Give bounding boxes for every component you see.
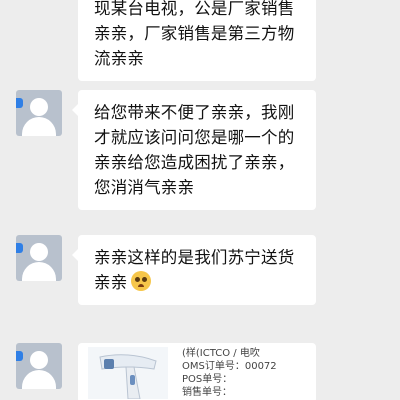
message-bubble-3[interactable]: 亲亲这样的是我们苏宁送货亲亲 bbox=[72, 235, 316, 305]
contact-avatar[interactable] bbox=[16, 235, 62, 281]
image-message[interactable]: (样(ICTCO / 电吹 OMS订单号：00072 POS单号： 销售单号： bbox=[78, 343, 316, 400]
message-text-2: 给您带来不便了亲亲，我刚才就应该问问您是哪一个的亲亲给您造成困扰了亲亲，您消消气… bbox=[94, 103, 295, 197]
pleading-face-emoji-icon bbox=[131, 271, 152, 291]
receipt-line-3: POS单号： bbox=[182, 374, 233, 385]
message-text-1: 现某台电视，公是厂家销售亲亲，厂家销售是第三方物流亲亲 bbox=[94, 0, 295, 68]
message-bubble-2[interactable]: 给您带来不便了亲亲，我刚才就应该问问您是哪一个的亲亲给您造成困扰了亲亲，您消消气… bbox=[72, 90, 316, 210]
contact-avatar[interactable] bbox=[16, 343, 62, 389]
message-bubble-1[interactable]: 现某台电视，公是厂家销售亲亲，厂家销售是第三方物流亲亲 bbox=[78, 0, 316, 81]
receipt-line-1: (样(ICTCO / 电吹 bbox=[182, 348, 260, 359]
avatar-badge-icon bbox=[16, 98, 23, 108]
receipt-photo: (样(ICTCO / 电吹 OMS订单号：00072 POS单号： 销售单号： bbox=[182, 347, 277, 399]
receipt-line-2: OMS订单号：00072 bbox=[182, 361, 277, 372]
receipt-line-4: 销售单号： bbox=[182, 387, 232, 398]
hair-dryer-image bbox=[88, 347, 168, 399]
avatar-badge-icon bbox=[16, 243, 23, 253]
message-text-3: 亲亲这样的是我们苏宁送货亲亲 bbox=[94, 248, 295, 292]
contact-avatar[interactable] bbox=[16, 90, 62, 136]
chat-screen: 现某台电视，公是厂家销售亲亲，厂家销售是第三方物流亲亲 给您带来不便了亲亲，我刚… bbox=[0, 0, 400, 400]
avatar-badge-icon bbox=[16, 351, 23, 361]
